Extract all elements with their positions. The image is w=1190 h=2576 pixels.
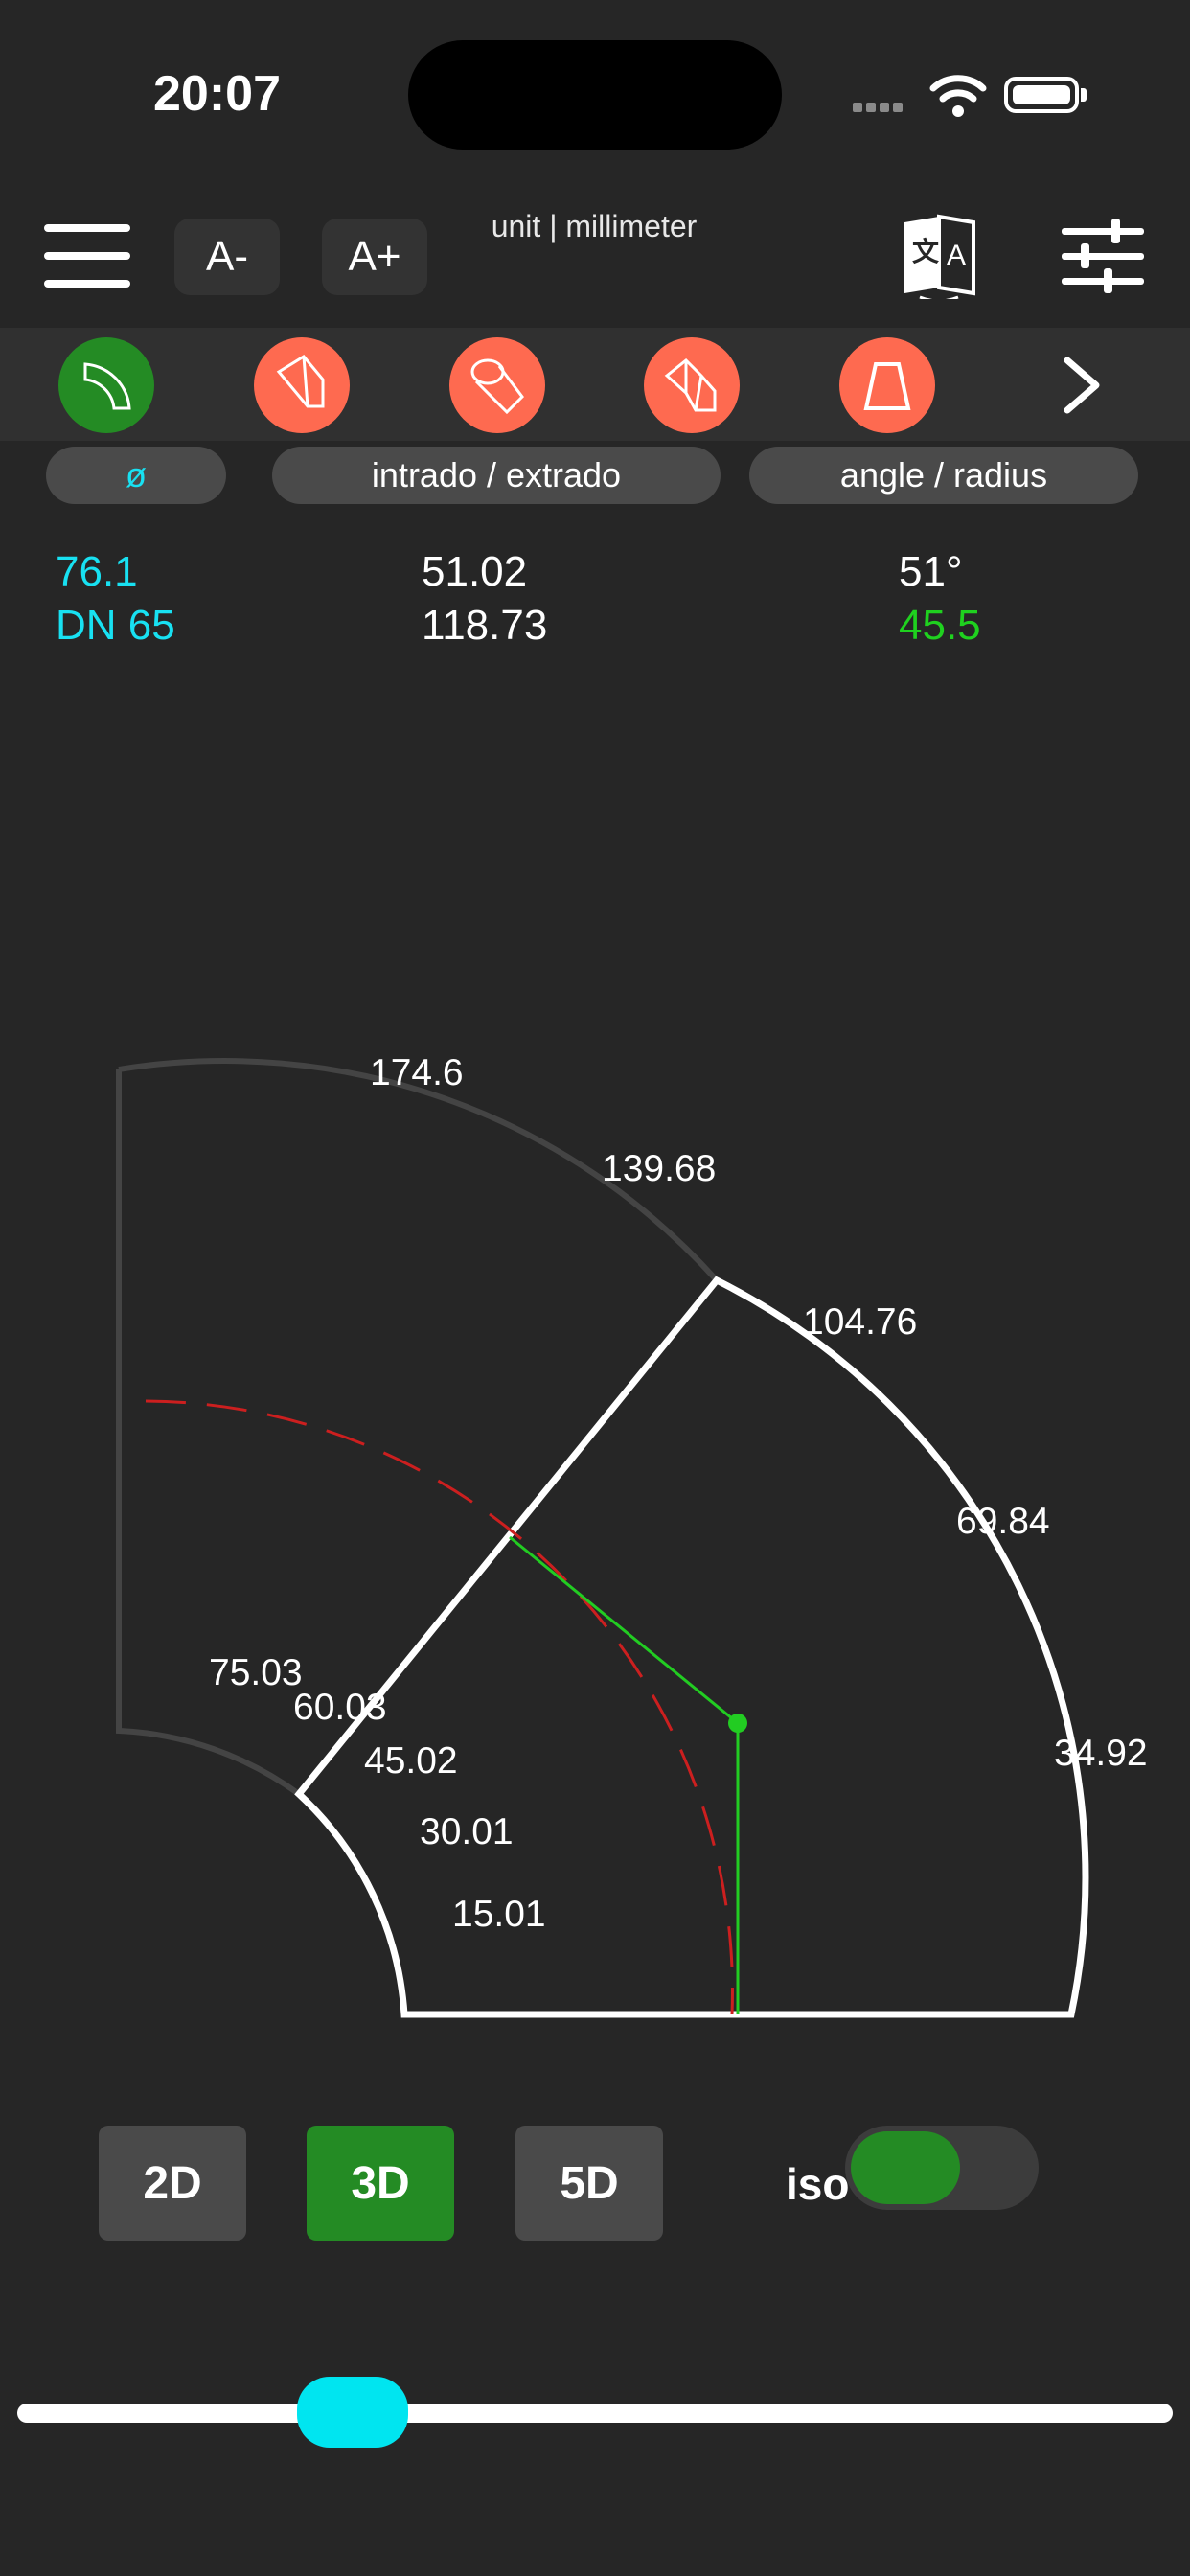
reducer-tool[interactable] <box>839 337 935 433</box>
angle-radius-header[interactable]: angle / radius <box>749 447 1138 504</box>
cellular-signal-icon <box>853 100 906 117</box>
bend-segmented-tool[interactable] <box>644 337 740 433</box>
svg-text:A: A <box>947 240 966 271</box>
angle-value[interactable]: 51° <box>899 548 963 596</box>
mode-3d-button[interactable]: 3D <box>307 2126 454 2241</box>
menu-icon[interactable] <box>44 224 130 288</box>
outer-label-2: 139.68 <box>602 1148 717 1189</box>
font-decrease-button[interactable]: A- <box>174 218 280 295</box>
dn-value[interactable]: DN 65 <box>56 602 175 650</box>
diameter-slider-thumb[interactable] <box>297 2377 408 2448</box>
status-time: 20:07 <box>153 66 281 122</box>
diameter-value[interactable]: 76.1 <box>56 548 138 596</box>
inner-label-2: 60.03 <box>293 1687 387 1728</box>
mode-5d-button[interactable]: 5D <box>515 2126 663 2241</box>
bend-outline <box>294 1276 1089 2018</box>
inner-label-3: 45.02 <box>364 1740 458 1782</box>
intrado-value: 51.02 <box>422 548 528 595</box>
inner-label-5: 15.01 <box>452 1894 546 1935</box>
bend-quarter-icon <box>83 362 131 410</box>
inner-label-4: 30.01 <box>420 1811 514 1852</box>
mode-2d-button[interactable]: 2D <box>99 2126 246 2241</box>
extrado-value: 118.73 <box>422 602 548 649</box>
diameter-header[interactable]: ø <box>46 447 226 504</box>
radius-pivot-handle <box>728 1714 747 1733</box>
radius-line <box>509 1535 740 2014</box>
bend-pipe-tool[interactable] <box>449 337 545 433</box>
bend-segment-tool[interactable] <box>254 337 350 433</box>
bend-quarter-tool[interactable] <box>58 337 154 433</box>
intrado-extrado-header[interactable]: intrado / extrado <box>272 447 721 504</box>
reducer-icon <box>863 362 911 410</box>
battery-nub <box>1081 88 1087 102</box>
bend-pipe-icon <box>470 358 524 415</box>
wifi-icon <box>929 75 987 117</box>
font-increase-button[interactable]: A+ <box>322 218 427 295</box>
bend-type-toolbar <box>0 328 1190 441</box>
centerline-arc <box>145 1399 734 2015</box>
sliders-settings-icon[interactable] <box>1062 218 1144 293</box>
dynamic-island <box>408 40 782 150</box>
inner-label-1: 75.03 <box>209 1652 303 1693</box>
diameter-slider-track[interactable] <box>17 2404 1173 2423</box>
bend-segment-icon <box>276 355 325 408</box>
iso-toggle-knob[interactable] <box>851 2131 960 2204</box>
translate-icon[interactable]: 文 A <box>901 213 977 299</box>
svg-text:文: 文 <box>912 236 939 267</box>
chevron-right-icon[interactable] <box>1056 355 1108 416</box>
iso-toggle[interactable] <box>845 2126 1039 2210</box>
radius-value[interactable]: 45.5 <box>899 602 981 650</box>
outer-label-5: 34.92 <box>1054 1733 1148 1774</box>
outer-label-3: 104.76 <box>803 1301 918 1343</box>
bend-segmented-icon <box>664 357 717 412</box>
outer-label-4: 69.84 <box>956 1501 1050 1542</box>
outer-label-1: 174.6 <box>370 1052 464 1093</box>
unit-label: unit | millimeter <box>491 209 698 243</box>
iso-label: iso <box>786 2159 850 2209</box>
battery-icon <box>1004 77 1079 113</box>
